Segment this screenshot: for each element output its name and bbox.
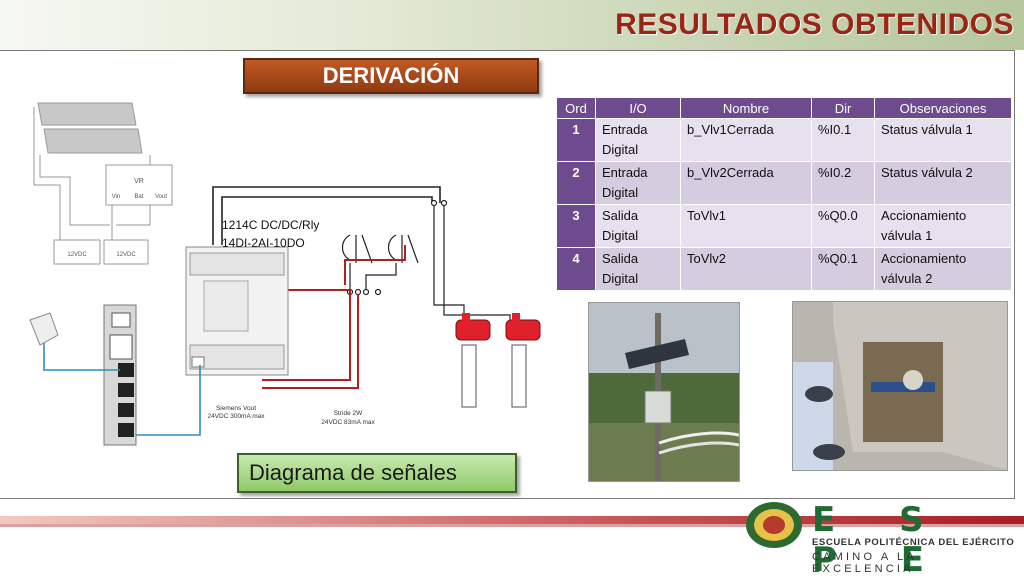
cell-observaciones: Status válvula 2 — [874, 161, 1012, 205]
header-dir: Dir — [811, 97, 875, 119]
cell-io: Entrada Digital — [595, 161, 681, 205]
photo-solar-pole — [588, 302, 740, 482]
plc-controller — [185, 246, 289, 376]
header-nombre: Nombre — [680, 97, 812, 119]
siemens-spec: 24VDC 300mA max — [207, 413, 265, 420]
vr-vin: Vin — [112, 194, 121, 200]
battery-1-label: 12VDC — [67, 252, 87, 258]
cell-ord: 4 — [556, 247, 596, 291]
relay-icon — [341, 199, 511, 325]
section-label: DERIVACIÓN — [243, 58, 539, 94]
valve-1-icon — [455, 313, 491, 408]
table-row: 2 Entrada Digital b_Vlv2Cerrada %I0.2 Sta… — [556, 161, 1012, 205]
siemens-label: Siemens Vout — [216, 405, 256, 412]
espe-crest-icon — [746, 502, 802, 548]
cell-ord: 1 — [556, 118, 596, 162]
cell-observaciones: Accionamiento válvula 1 — [874, 204, 1012, 248]
plc-model-label: 1214C DC/DC/Rly — [222, 218, 319, 232]
header-ord: Ord — [556, 97, 596, 119]
cell-observaciones: Status válvula 1 — [874, 118, 1012, 162]
cell-dir: %Q0.0 — [811, 204, 875, 248]
vr-bat: Bat — [134, 194, 143, 200]
table-header-row: Ord I/O Nombre Dir Observaciones — [556, 97, 1012, 119]
solar-panel-icon — [37, 102, 143, 154]
cell-ord: 2 — [556, 161, 596, 205]
table-row: 4 Salida Digital ToVlv2 %Q0.1 Accionamien… — [556, 247, 1012, 291]
espe-motto: CAMINO A LA EXCELENCIA — [812, 551, 917, 575]
diagram-caption: Diagrama de señales — [237, 453, 517, 493]
valve-2-icon — [505, 313, 541, 408]
cell-nombre: ToVlv1 — [680, 204, 812, 248]
cell-dir: %Q0.1 — [811, 247, 875, 291]
cell-dir: %I0.1 — [811, 118, 875, 162]
plc-io-label: 14DI-2AI-10DO — [222, 236, 305, 250]
cell-io: Salida Digital — [595, 247, 681, 291]
stride-spec: 24VDC 83mA max — [321, 419, 375, 426]
slide-title: RESULTADOS OBTENIDOS — [615, 8, 1014, 41]
header-io: I/O — [595, 97, 681, 119]
stride-label: Stride 2W — [334, 410, 363, 417]
vr-vout: Vout — [155, 194, 167, 200]
cell-ord: 3 — [556, 204, 596, 248]
cell-nombre: b_Vlv2Cerrada — [680, 161, 812, 205]
table-row: 1 Entrada Digital b_Vlv1Cerrada %I0.1 Sta… — [556, 118, 1012, 162]
io-table: Ord I/O Nombre Dir Observaciones 1 Entra… — [556, 97, 1012, 291]
cell-nombre: b_Vlv1Cerrada — [680, 118, 812, 162]
espe-subtitle: ESCUELA POLITÉCNICA DEL EJÉRCITO — [812, 537, 1015, 548]
cell-io: Entrada Digital — [595, 118, 681, 162]
cell-nombre: ToVlv2 — [680, 247, 812, 291]
header-observaciones: Observaciones — [874, 97, 1012, 119]
table-row: 3 Salida Digital ToVlv1 %Q0.0 Accionamien… — [556, 204, 1012, 248]
cell-observaciones: Accionamiento válvula 2 — [874, 247, 1012, 291]
signal-diagram: VR Vin Bat Vout 12VDC 12VDC 1214C DC/DC/… — [29, 102, 541, 446]
battery-2-label: 12VDC — [116, 252, 136, 258]
photo-valve-chamber — [792, 301, 1008, 471]
cell-io: Salida Digital — [595, 204, 681, 248]
network-switch-icon — [103, 304, 137, 446]
access-point-icon — [29, 312, 59, 346]
cell-dir: %I0.2 — [811, 161, 875, 205]
vr-label: VR — [134, 178, 144, 185]
